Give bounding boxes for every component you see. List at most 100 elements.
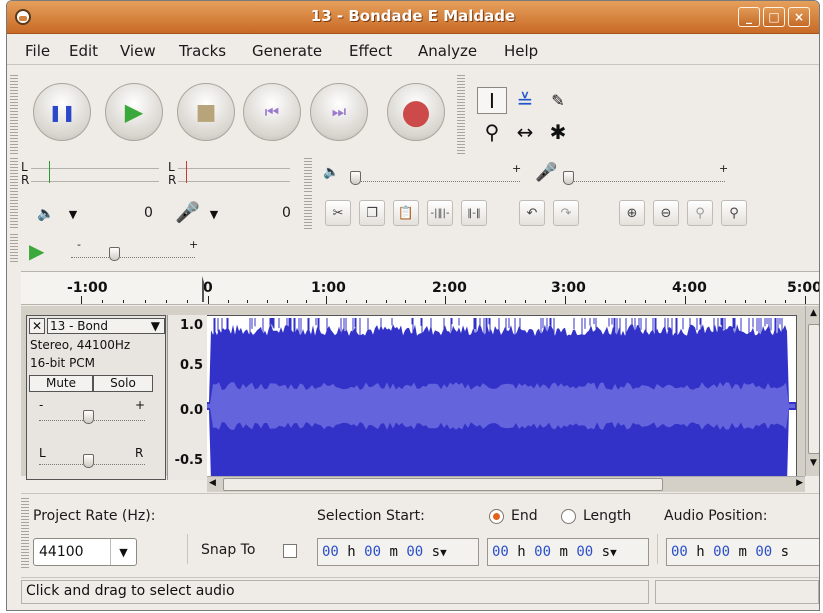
mute-button[interactable]: Mute bbox=[29, 375, 93, 392]
start-minutes: 00 bbox=[364, 544, 382, 560]
scroll-left-arrow[interactable]: ◀ bbox=[209, 478, 216, 488]
menu-effect[interactable]: Effect bbox=[349, 42, 392, 60]
transcription-toolbar-grip[interactable] bbox=[10, 234, 18, 264]
menu-help[interactable]: Help bbox=[504, 42, 538, 60]
gain-slider-thumb[interactable] bbox=[83, 410, 94, 424]
redo-button[interactable]: ↷ bbox=[553, 200, 579, 226]
play-at-speed-button[interactable]: ▶ bbox=[29, 239, 44, 263]
zoom-out-button[interactable]: ⊖ bbox=[653, 200, 679, 226]
close-button[interactable]: × bbox=[788, 7, 810, 27]
stop-icon: ■ bbox=[195, 99, 217, 125]
output-volume-icon: 🔈 bbox=[323, 165, 340, 180]
paste-button[interactable]: 📋 bbox=[393, 200, 419, 226]
envelope-tool-button[interactable]: ≚ bbox=[510, 87, 540, 114]
output-volume-thumb[interactable] bbox=[350, 171, 361, 185]
trim-button[interactable]: -|‖|- bbox=[427, 200, 453, 226]
scroll-up-arrow[interactable]: ▲ bbox=[807, 308, 819, 322]
amplitude-label-minus-0-5: -0.5 bbox=[174, 453, 203, 468]
play-meter-dropdown[interactable]: ▼ bbox=[62, 205, 84, 223]
status-bar: Click and drag to select audio bbox=[21, 577, 819, 605]
length-radio[interactable] bbox=[561, 509, 576, 524]
track-close-button[interactable]: ✕ bbox=[29, 318, 45, 334]
play-meter-peak bbox=[49, 161, 50, 183]
meter-toolbar-grip[interactable] bbox=[10, 158, 18, 230]
maximize-button[interactable]: □ bbox=[763, 7, 785, 27]
stop-button[interactable]: ■ bbox=[177, 83, 235, 141]
end-radio[interactable] bbox=[489, 509, 504, 524]
timeline-ruler[interactable]: -1:00 0 1:00 2:00 3:00 4:00 5:00 bbox=[21, 271, 819, 305]
position-minutes-unit: m bbox=[738, 544, 747, 560]
copy-button[interactable]: ❐ bbox=[359, 200, 385, 226]
minimize-button[interactable]: _ bbox=[738, 7, 760, 27]
selection-start-time[interactable]: 00 h 00 m 00 s▼ bbox=[317, 538, 479, 566]
solo-button[interactable]: Solo bbox=[93, 375, 153, 392]
record-icon: ● bbox=[401, 92, 431, 132]
input-volume-thumb[interactable] bbox=[563, 171, 574, 185]
skip-end-button[interactable]: ⏭ bbox=[310, 83, 368, 141]
cut-button[interactable]: ✂ bbox=[325, 200, 351, 226]
menu-tracks[interactable]: Tracks bbox=[179, 42, 226, 60]
mixer-toolbar-grip[interactable] bbox=[304, 158, 312, 192]
chevron-down-icon[interactable]: ▼ bbox=[440, 546, 447, 559]
position-seconds: 00 bbox=[755, 544, 773, 560]
transport-toolbar-grip[interactable] bbox=[10, 75, 18, 155]
undo-button[interactable]: ↶ bbox=[519, 200, 545, 226]
vertical-scrollbar[interactable]: ▲ ▼ bbox=[805, 306, 819, 476]
fit-project-button[interactable]: ⚲ bbox=[721, 200, 747, 226]
output-volume-plus: + bbox=[512, 162, 522, 175]
ruler-minor-tick bbox=[267, 300, 268, 303]
track-name-menu[interactable]: 13 - Bond ▼ bbox=[47, 318, 165, 334]
draw-tool-button[interactable]: ✎ bbox=[543, 87, 573, 114]
horizontal-scrollbar[interactable]: ◀ ▶ bbox=[207, 476, 805, 492]
play-speed-thumb[interactable] bbox=[109, 247, 120, 261]
play-button[interactable]: ▶ bbox=[105, 83, 163, 141]
ruler-minor-tick bbox=[247, 300, 248, 303]
waveform bbox=[207, 318, 796, 479]
skip-start-button[interactable]: ⏮ bbox=[243, 83, 301, 141]
zoom-tool-button[interactable]: ⚲ bbox=[477, 118, 507, 145]
selection-tool-button[interactable]: I bbox=[477, 87, 507, 114]
project-rate-value: 44100 bbox=[39, 544, 84, 560]
ruler-minor-tick bbox=[725, 300, 726, 303]
silence-button[interactable]: ‖-‖ bbox=[461, 200, 487, 226]
edit-toolbar-grip[interactable] bbox=[304, 195, 312, 229]
project-rate-combo[interactable]: 44100 ▼ bbox=[33, 538, 137, 566]
pause-button[interactable]: ❚❚ bbox=[33, 83, 91, 141]
selection-end-time[interactable]: 00 h 00 m 00 s▼ bbox=[487, 538, 649, 566]
tools-toolbar-grip[interactable] bbox=[457, 75, 465, 155]
zoom-in-button[interactable]: ⊕ bbox=[619, 200, 645, 226]
scroll-right-arrow[interactable]: ▶ bbox=[796, 478, 803, 488]
ruler-minor-tick bbox=[645, 300, 646, 303]
vertical-scroll-thumb[interactable] bbox=[808, 324, 819, 454]
start-minutes-unit: m bbox=[389, 544, 398, 560]
multi-tool-button[interactable]: ✱ bbox=[543, 118, 573, 145]
end-label: End bbox=[511, 508, 538, 524]
play-meter-right bbox=[31, 181, 159, 182]
menu-generate[interactable]: Generate bbox=[252, 42, 322, 60]
window-title: 13 - Bondade E Maldade bbox=[310, 7, 516, 25]
waveform-display[interactable] bbox=[207, 315, 797, 480]
snap-to-checkbox[interactable] bbox=[283, 544, 297, 558]
fit-selection-button[interactable]: ⚲ bbox=[687, 200, 713, 226]
chevron-down-icon[interactable]: ▼ bbox=[610, 546, 617, 559]
ruler-minor-tick bbox=[386, 300, 387, 303]
chevron-down-icon[interactable]: ▼ bbox=[110, 539, 136, 565]
track-bit-depth: 16-bit PCM bbox=[30, 356, 96, 370]
record-meter-value: 0 bbox=[282, 205, 291, 221]
menu-file[interactable]: File bbox=[25, 42, 50, 60]
input-volume-track[interactable] bbox=[563, 181, 725, 182]
pan-slider-thumb[interactable] bbox=[83, 454, 94, 468]
menu-view[interactable]: View bbox=[120, 42, 156, 60]
ruler-minor-tick bbox=[745, 300, 746, 303]
menu-analyze[interactable]: Analyze bbox=[418, 42, 477, 60]
audio-position-time[interactable]: 00 h 00 m 00 s bbox=[666, 538, 819, 566]
record-meter-dropdown[interactable]: ▼ bbox=[203, 205, 225, 223]
record-button[interactable]: ● bbox=[387, 83, 445, 141]
scroll-down-arrow[interactable]: ▼ bbox=[807, 458, 819, 472]
horizontal-scroll-thumb[interactable] bbox=[223, 478, 663, 491]
menu-edit[interactable]: Edit bbox=[69, 42, 98, 60]
play-icon: ▶ bbox=[124, 98, 144, 126]
play-speed-track[interactable] bbox=[71, 257, 195, 258]
output-volume-track[interactable] bbox=[350, 181, 520, 182]
timeshift-tool-button[interactable]: ↔ bbox=[510, 118, 540, 145]
